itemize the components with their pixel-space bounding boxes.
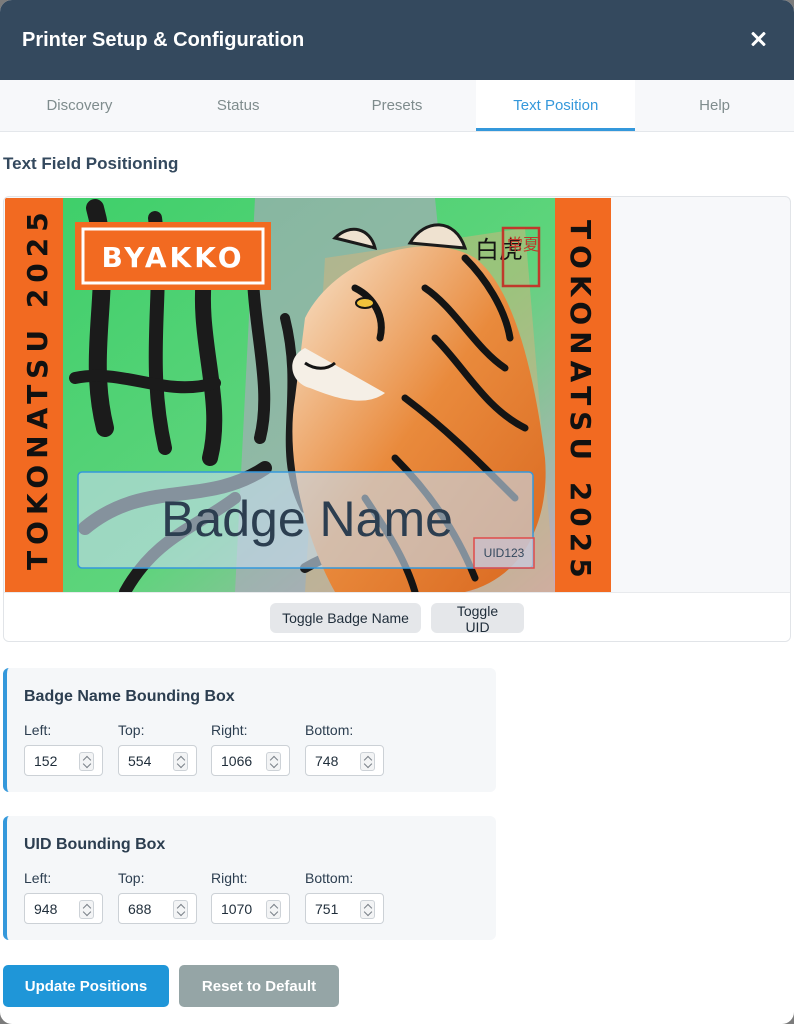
dialog-title: Printer Setup & Configuration (22, 28, 305, 51)
uid-top-input[interactable]: 688 (118, 893, 197, 924)
badge-name-right-field: Right: 1066 (211, 722, 291, 776)
seal-text: 常夏 (507, 235, 539, 254)
tab-presets[interactable]: Presets (318, 80, 477, 131)
badge-name-top-field: Top: 554 (118, 722, 198, 776)
uid-placeholder: UID123 (484, 546, 525, 560)
spinner-icon[interactable] (266, 752, 281, 771)
close-icon[interactable] (750, 31, 768, 49)
tab-status[interactable]: Status (159, 80, 318, 131)
uid-bbox-card: UID Bounding Box Left: 948 Top: 688 Righ… (3, 816, 496, 940)
field-label: Bottom: (305, 870, 354, 886)
section-title: Text Field Positioning (3, 154, 179, 173)
preview-toggle-bar: Toggle Badge Name Toggle UID (4, 592, 790, 641)
update-positions-button[interactable]: Update Positions (3, 965, 169, 1007)
reset-to-default-button[interactable]: Reset to Default (179, 965, 339, 1007)
badge-side-text-right: TOKONATSU 2025 (564, 220, 597, 584)
tab-text-position[interactable]: Text Position (476, 80, 636, 131)
spinner-icon[interactable] (173, 900, 188, 919)
uid-left-input[interactable]: 948 (24, 893, 103, 924)
uid-top-field: Top: 688 (118, 870, 198, 924)
tab-help[interactable]: Help (635, 80, 794, 131)
badge-side-text-left: TOKONATSU 2025 (21, 206, 54, 570)
uid-bottom-input[interactable]: 751 (305, 893, 384, 924)
field-label: Top: (118, 722, 145, 738)
badge-name-left-field: Left: 152 (24, 722, 104, 776)
field-label: Left: (24, 870, 52, 886)
spinner-icon[interactable] (79, 900, 94, 919)
uid-bottom-field: Bottom: 751 (305, 870, 385, 924)
uid-right-field: Right: 1070 (211, 870, 291, 924)
dialog-header: Printer Setup & Configuration (0, 0, 794, 80)
spinner-icon[interactable] (360, 900, 375, 919)
badge-name-placeholder: Badge Name (161, 491, 453, 547)
toggle-uid-button[interactable]: Toggle UID (431, 603, 524, 635)
spinner-icon[interactable] (360, 752, 375, 771)
field-label: Top: (118, 870, 145, 886)
badge-preview-panel: 白虎 常夏 TOKONATSU 2025 TOKONATSU 2025 BYAK… (3, 196, 791, 642)
toggle-badge-name-button[interactable]: Toggle Badge Name (270, 603, 421, 633)
field-label: Left: (24, 722, 52, 738)
spinner-icon[interactable] (173, 752, 188, 771)
tab-bar: Discovery Status Presets Text Position H… (0, 80, 794, 132)
uid-left-field: Left: 948 (24, 870, 104, 924)
badge-name-bottom-field: Bottom: 748 (305, 722, 385, 776)
field-label: Bottom: (305, 722, 354, 738)
uid-right-input[interactable]: 1070 (211, 893, 290, 924)
tab-discovery[interactable]: Discovery (0, 80, 159, 131)
badge-name-top-input[interactable]: 554 (118, 745, 197, 776)
badge-name-bottom-input[interactable]: 748 (305, 745, 384, 776)
field-label: Right: (211, 722, 248, 738)
badge-preview: 白虎 常夏 TOKONATSU 2025 TOKONATSU 2025 BYAK… (5, 198, 611, 592)
spinner-icon[interactable] (266, 900, 281, 919)
badge-name-bbox-card: Badge Name Bounding Box Left: 152 Top: 5… (3, 668, 496, 792)
badge-name-bbox-title: Badge Name Bounding Box (24, 688, 235, 705)
field-label: Right: (211, 870, 248, 886)
printer-setup-dialog: Printer Setup & Configuration Discovery … (0, 0, 794, 1024)
uid-bbox-title: UID Bounding Box (24, 836, 166, 853)
spinner-icon[interactable] (79, 752, 94, 771)
badge-name-right-input[interactable]: 1066 (211, 745, 290, 776)
byakko-logo-text: BYAKKO (101, 241, 244, 274)
badge-name-left-input[interactable]: 152 (24, 745, 103, 776)
